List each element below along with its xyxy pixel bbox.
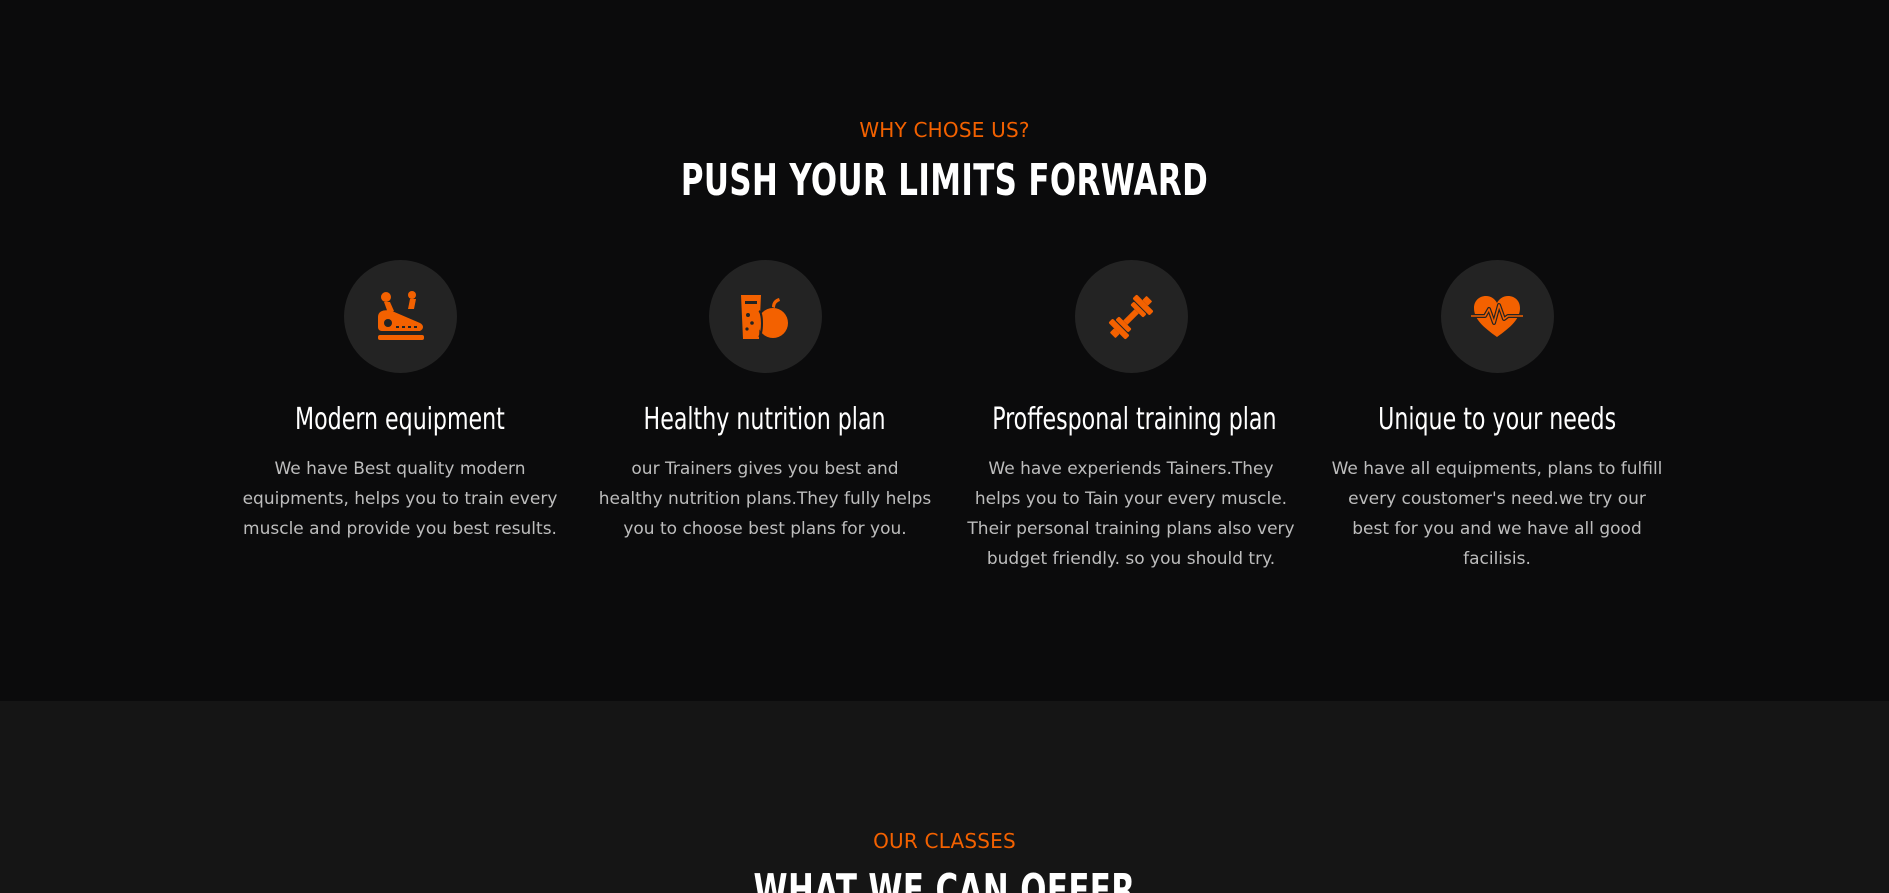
feature-unique-needs: Unique to your needs We have all equipme… <box>1327 260 1667 574</box>
feature-healthy-nutrition: Healthy nutrition plan our Trainers give… <box>595 260 935 544</box>
feature-description: our Trainers gives you best and healthy … <box>598 459 932 539</box>
why-eyebrow: WHY CHOSE US? <box>859 118 1030 142</box>
features-row: Modern equipment We have Best quality mo… <box>230 260 1662 590</box>
feature-description: We have all equipments, plans to fulfill… <box>1331 459 1663 569</box>
feature-professional-training: Proffesponal training plan We have exper… <box>961 260 1301 574</box>
icon-circle <box>1074 260 1188 373</box>
dumbbell-icon <box>1108 294 1154 339</box>
feature-modern-equipment: Modern equipment We have Best quality mo… <box>230 260 570 544</box>
why-headline: PUSH YOUR LIMITS FORWARD <box>680 155 1209 206</box>
our-classes-section: OUR CLASSES WHAT WE CAN OFFER <box>0 701 1889 893</box>
icon-circle <box>343 260 457 373</box>
feature-title: Proffesponal training plan <box>992 402 1277 437</box>
why-choose-us-section: WHY CHOSE US? PUSH YOUR LIMITS FORWARD M… <box>0 0 1889 701</box>
feature-title: Healthy nutrition plan <box>643 402 886 437</box>
feature-title: Modern equipment <box>295 402 505 437</box>
icon-circle <box>1440 260 1554 373</box>
icon-circle <box>708 260 822 373</box>
feature-description: We have Best quality modern equipments, … <box>242 459 558 539</box>
heart-pulse-icon <box>1471 295 1523 337</box>
nutrition-icon <box>741 294 788 339</box>
classes-eyebrow: OUR CLASSES <box>873 829 1016 853</box>
classes-headline: WHAT WE CAN OFFER <box>753 865 1136 893</box>
treadmill-icon <box>378 290 424 340</box>
feature-title: Unique to your needs <box>1377 402 1616 437</box>
feature-description: We have experiends Tainers.They helps yo… <box>967 459 1295 569</box>
